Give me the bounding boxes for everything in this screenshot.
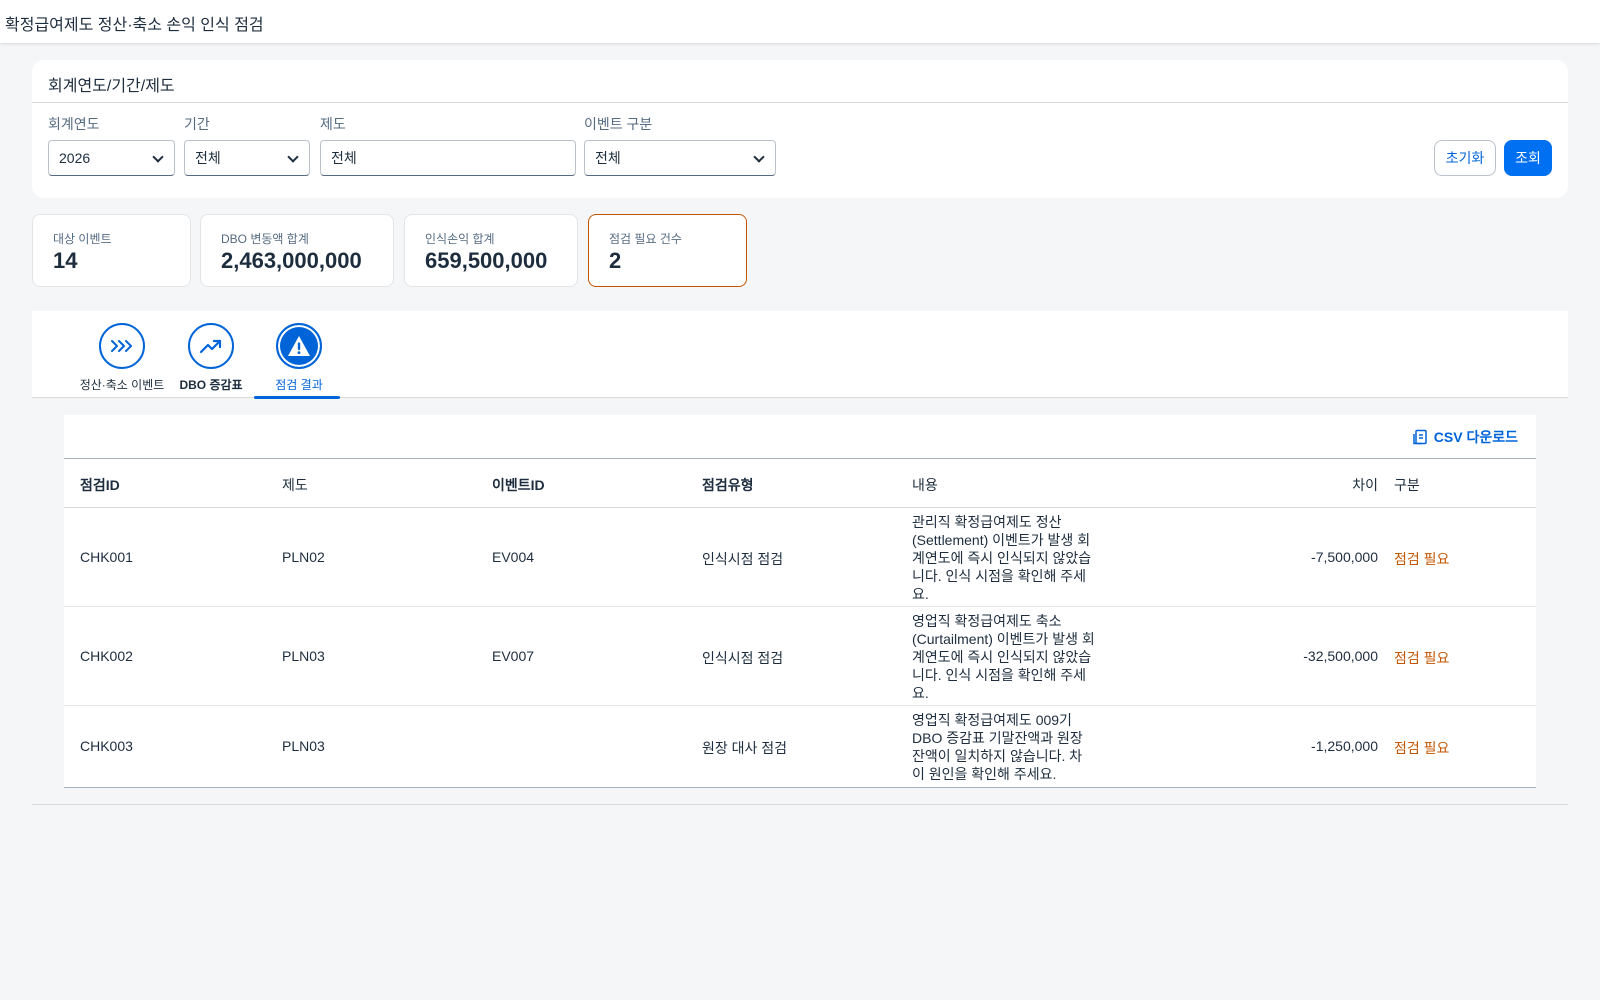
check-id: CHK002 xyxy=(80,648,133,664)
chevron-down-icon xyxy=(753,152,765,164)
search-button[interactable]: 조회 xyxy=(1504,140,1552,176)
csv-download-button[interactable]: CSV 다운로드 xyxy=(1412,427,1518,447)
kpi-label: 점검 필요 건수 xyxy=(609,232,682,246)
kpi-value: 14 xyxy=(53,248,78,273)
event-type-label: 이벤트 구분 xyxy=(584,116,653,132)
check-description: 관리직 확정급여제도 정산 (Settlement) 이벤트가 발생 회 계연도… xyxy=(912,514,1092,602)
column-header[interactable]: 점검유형 xyxy=(702,475,754,495)
check-description: 영업직 확정급여제도 축소 (Curtailment) 이벤트가 발생 회 계연… xyxy=(912,613,1095,701)
plan-input[interactable]: 전체 xyxy=(320,140,576,176)
table-row[interactable]: CHK003 PLN03 원장 대사 점검 영업직 확정급여제도 009기 DB… xyxy=(64,706,1536,787)
csv-label: CSV 다운로드 xyxy=(1433,429,1518,445)
status-badge: 점검 필요 xyxy=(1394,551,1450,567)
period-value: 전체 xyxy=(195,150,221,166)
kpi-label: DBO 변동액 합계 xyxy=(221,232,309,246)
page-title: 확정급여제도 정산·축소 손익 인식 점검 xyxy=(5,17,264,34)
table-row[interactable]: CHK002 PLN03 EV007 인식시점 점검 영업직 확정급여제도 축소… xyxy=(64,607,1536,706)
difference-amount: -7,500,000 xyxy=(1311,549,1378,565)
chevron-down-icon xyxy=(287,152,299,164)
spreadsheet-icon xyxy=(1413,429,1427,445)
plan-id: PLN02 xyxy=(282,549,325,565)
kpi-target-events: 대상 이벤트 14 xyxy=(32,214,191,287)
kpi-label: 인식손익 합계 xyxy=(425,232,495,246)
plan-id: PLN03 xyxy=(282,648,325,664)
period-select[interactable]: 전체 xyxy=(184,140,310,176)
tab-check-results[interactable]: 점검 결과 xyxy=(254,323,344,399)
kpi-recognized-pl: 인식손익 합계 659,500,000 xyxy=(404,214,578,287)
check-type: 인식시점 점검 xyxy=(702,551,784,567)
warning-icon xyxy=(276,323,322,369)
check-id: CHK003 xyxy=(80,738,133,754)
kpi-value: 659,500,000 xyxy=(425,248,548,273)
column-header[interactable]: 점검ID xyxy=(80,475,120,495)
trend-up-icon xyxy=(188,323,234,369)
kpi-dbo-change: DBO 변동액 합계 2,463,000,000 xyxy=(200,214,394,287)
tab-selected-indicator xyxy=(254,396,340,399)
tab-label: 점검 결과 xyxy=(275,378,323,392)
column-header[interactable]: 제도 xyxy=(282,475,308,495)
divider xyxy=(32,102,1568,103)
period-label: 기간 xyxy=(184,116,210,132)
shell-bar: 확정급여제도 정산·축소 손익 인식 점검 xyxy=(0,0,1600,43)
check-description: 영업직 확정급여제도 009기 DBO 증감표 기말잔액과 원장 잔액이 일치하… xyxy=(912,712,1083,782)
difference-amount: -32,500,000 xyxy=(1303,648,1378,664)
fiscal-year-select[interactable]: 2026 xyxy=(48,140,175,176)
status-badge: 점검 필요 xyxy=(1394,740,1450,756)
icon-tab-bar: 정산·축소 이벤트 DBO 증감표 점검 결과 xyxy=(32,311,1568,399)
plan-label: 제도 xyxy=(320,116,346,132)
tab-label: 정산·축소 이벤트 xyxy=(79,378,165,392)
event-type-select[interactable]: 전체 xyxy=(584,140,776,176)
plan-id: PLN03 xyxy=(282,738,325,754)
chevrons-right-icon xyxy=(99,323,145,369)
check-type: 원장 대사 점검 xyxy=(702,740,788,756)
kpi-label: 대상 이벤트 xyxy=(53,232,112,246)
event-id: EV007 xyxy=(492,648,535,664)
table-row[interactable]: CHK001 PLN02 EV004 인식시점 점검 관리직 확정급여제도 정산… xyxy=(64,508,1536,607)
kpi-check-needed[interactable]: 점검 필요 건수 2 xyxy=(588,214,747,287)
chevron-down-icon xyxy=(152,152,164,164)
table-header: 점검ID 제도 이벤트ID 점검유형 내용 차이 구분 xyxy=(64,458,1536,508)
filter-card-title: 회계연도/기간/제도 xyxy=(48,78,175,95)
fiscal-year-label: 회계연도 xyxy=(48,116,100,132)
filter-card: 회계연도/기간/제도 회계연도 2026 기간 전체 제도 전체 이벤트 구분 … xyxy=(32,60,1568,198)
column-header[interactable]: 이벤트ID xyxy=(492,475,545,495)
event-type-value: 전체 xyxy=(595,150,621,166)
tab-label: DBO 증감표 xyxy=(179,378,243,392)
check-id: CHK001 xyxy=(80,549,133,565)
plan-value: 전체 xyxy=(331,150,357,166)
event-id: EV004 xyxy=(492,549,535,565)
column-header[interactable]: 내용 xyxy=(912,475,938,495)
kpi-value: 2 xyxy=(609,248,622,273)
check-type: 인식시점 점검 xyxy=(702,650,784,666)
divider xyxy=(32,804,1568,805)
column-header[interactable]: 차이 xyxy=(1258,475,1378,495)
tab-events[interactable]: 정산·축소 이벤트 xyxy=(77,323,167,398)
difference-amount: -1,250,000 xyxy=(1311,738,1378,754)
reset-button[interactable]: 초기화 xyxy=(1434,140,1496,176)
tab-dbo-table[interactable]: DBO 증감표 xyxy=(166,323,256,398)
column-header[interactable]: 구분 xyxy=(1394,475,1420,495)
check-result-table: CSV 다운로드 점검ID 제도 이벤트ID 점검유형 내용 차이 구분 CHK… xyxy=(64,415,1536,788)
fiscal-year-value: 2026 xyxy=(59,150,91,166)
status-badge: 점검 필요 xyxy=(1394,650,1450,666)
kpi-value: 2,463,000,000 xyxy=(221,248,362,273)
